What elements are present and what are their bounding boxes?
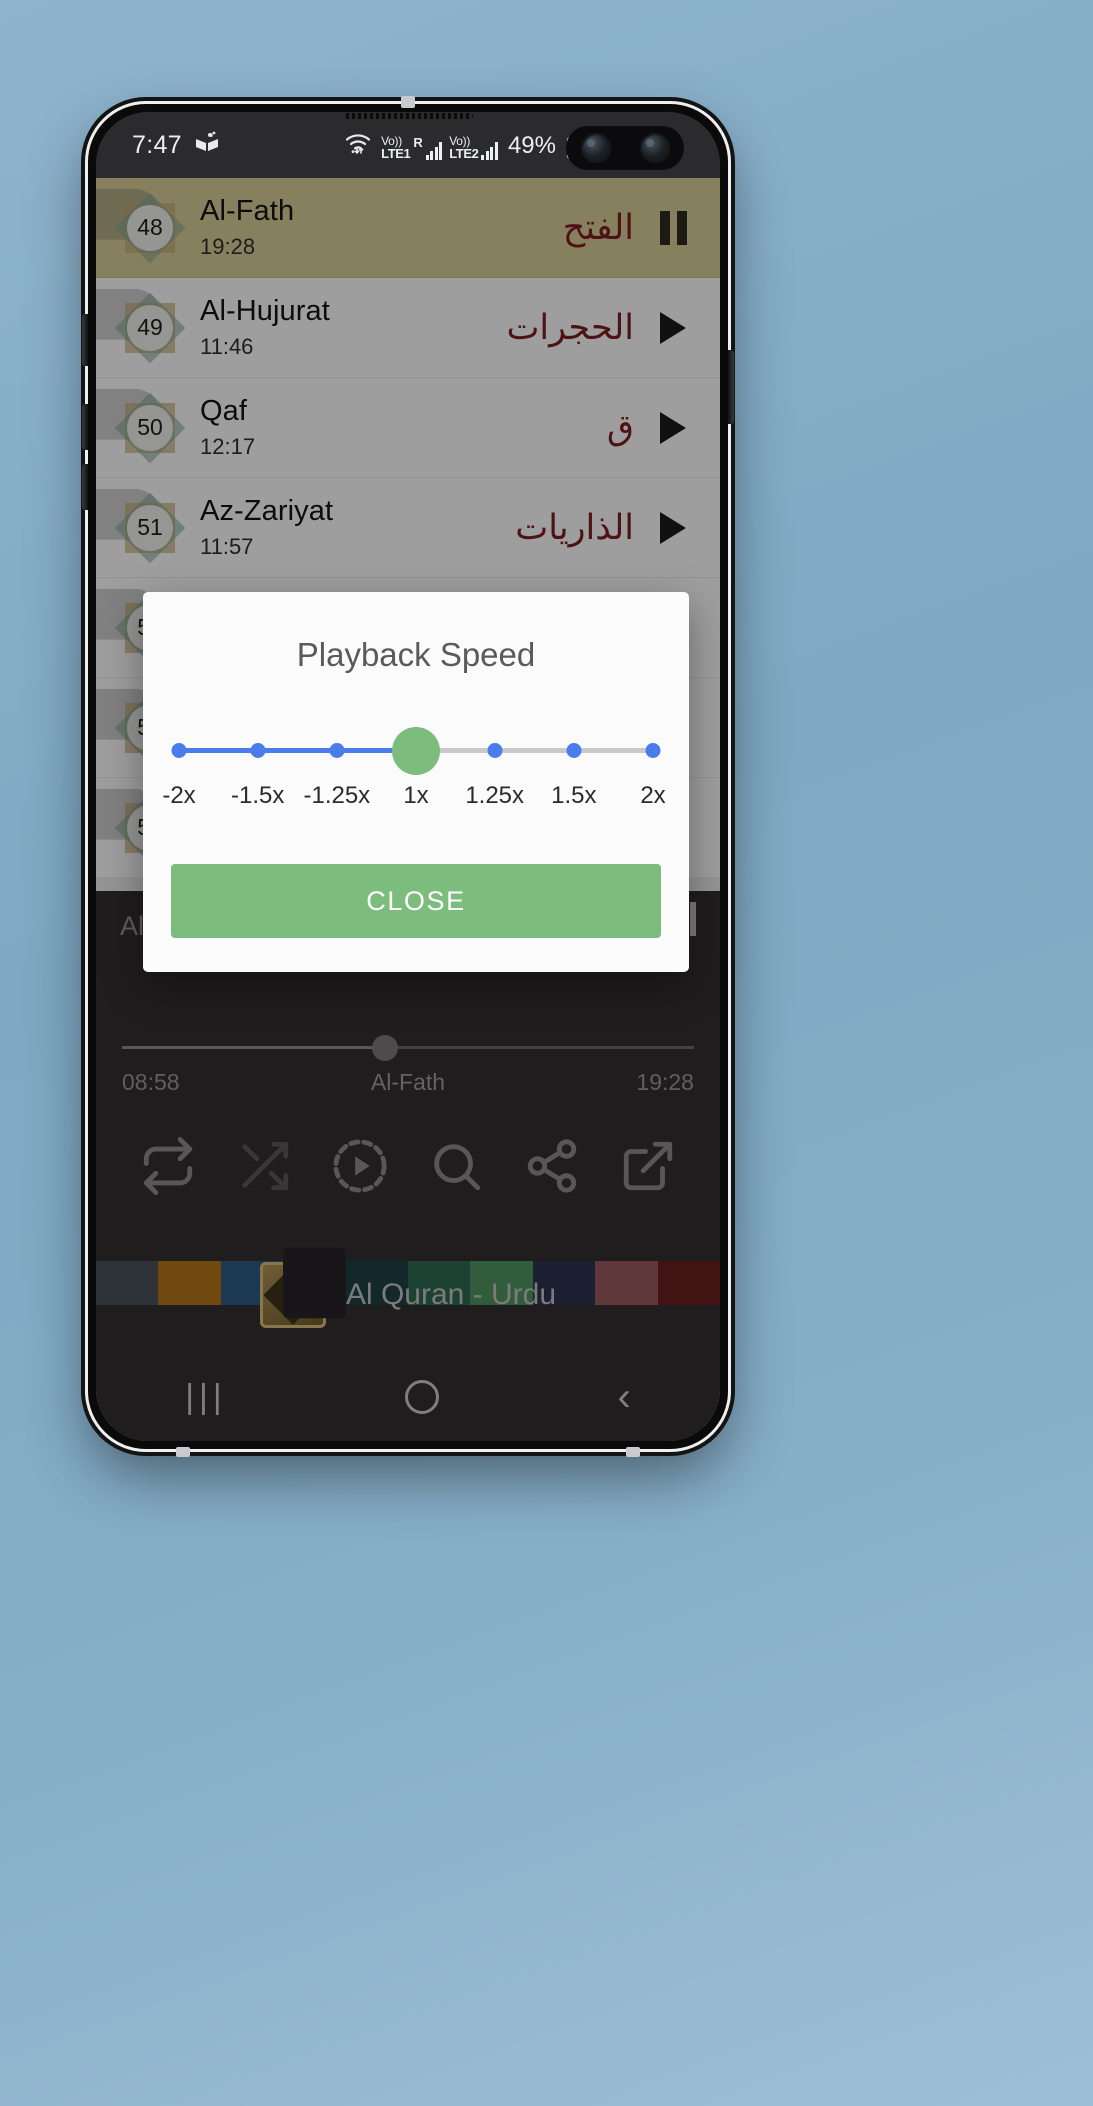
sim2-volte-label: Vo)) LTE2 <box>449 133 479 161</box>
volume-down-button[interactable] <box>82 404 88 450</box>
front-camera-lens-2 <box>639 133 670 163</box>
slider-tick-label: 2x <box>640 782 666 809</box>
status-bar-left: 7:47 <box>132 131 220 160</box>
phone-frame: 48 Al-Fath 19:28 الفتح 49 Al-Hujurat 11:46 الحج… <box>82 96 734 1457</box>
frame-bottom-nub-right <box>626 1447 640 1457</box>
slider-tick[interactable] <box>645 743 661 758</box>
sim1-signal-bars <box>425 141 443 160</box>
slider-track-active <box>179 748 416 753</box>
playback-speed-slider[interactable]: -2x -1.5x -1.25x 1x 1.25x 1.5x 2x <box>162 727 666 816</box>
slider-tick[interactable] <box>171 743 187 758</box>
roaming-indicator: R <box>413 134 423 150</box>
power-button[interactable] <box>728 350 734 424</box>
camera-cutout <box>566 126 684 170</box>
playback-speed-dialog: Playback Speed -2x -1.5x -1.25x 1x 1.25x 1.5x… <box>143 592 689 972</box>
slider-tick-label: -2x <box>162 782 196 809</box>
bixby-button[interactable] <box>82 314 88 366</box>
close-button[interactable]: CLOSE <box>171 864 661 938</box>
status-clock: 7:47 <box>132 130 182 159</box>
frame-bottom-nub-left <box>176 1447 190 1457</box>
wifi-icon <box>344 131 374 160</box>
slider-tick-label: 1.5x <box>551 782 597 809</box>
sim1-volte-label: Vo)) LTE1 <box>381 133 411 161</box>
front-camera-lens-1 <box>580 133 611 163</box>
quran-book-icon <box>194 131 220 160</box>
battery-percent: 49% <box>507 131 556 159</box>
slider-thumb[interactable] <box>392 727 440 775</box>
slider-tick[interactable] <box>566 743 582 758</box>
slider-tick[interactable] <box>250 743 266 758</box>
sim2-signal-bars <box>481 141 498 160</box>
volume-up-button[interactable] <box>82 464 88 510</box>
slider-tick-label: 1x <box>403 782 429 809</box>
dialog-title: Playback Speed <box>296 636 536 673</box>
earpiece-speaker <box>343 113 473 119</box>
slider-tick-label: 1.25x <box>465 782 525 809</box>
slider-tick-label: -1.5x <box>230 782 285 809</box>
slider-tick-label: -1.25x <box>303 782 371 809</box>
slider-tick[interactable] <box>487 743 503 758</box>
frame-top-nub <box>401 96 415 108</box>
sim1-signal: Vo)) LTE1 R <box>381 133 443 161</box>
sim2-signal: Vo)) LTE2 <box>449 135 498 160</box>
phone-screen: 48 Al-Fath 19:28 الفتح 49 Al-Hujurat 11:46 الحج… <box>96 112 720 1441</box>
slider-tick[interactable] <box>329 743 345 758</box>
